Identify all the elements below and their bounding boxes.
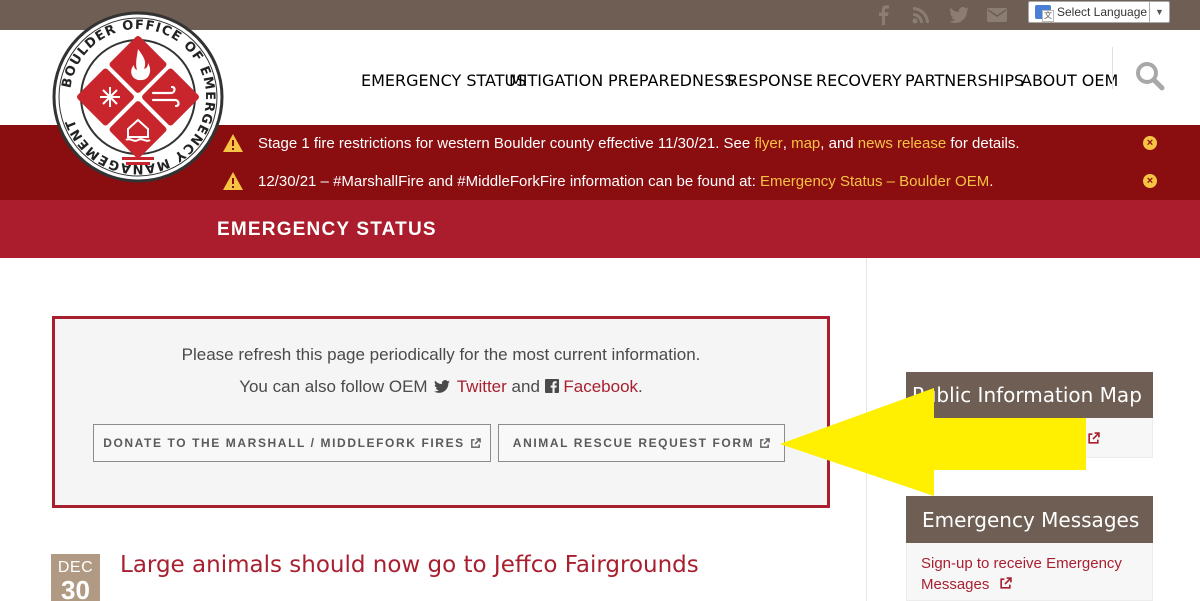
language-select[interactable]: Select Language ▼ <box>1028 1 1170 23</box>
twitter-link[interactable]: Twitter <box>457 377 507 396</box>
chevron-down-icon: ▼ <box>1149 2 1169 22</box>
news-release-link[interactable]: news release <box>858 135 946 152</box>
facebook-icon[interactable] <box>872 4 894 26</box>
close-icon[interactable]: × <box>1143 136 1157 150</box>
annotation-arrow-icon <box>780 388 1086 496</box>
post-date-badge: DEC 30 <box>51 554 100 601</box>
email-icon[interactable] <box>986 4 1008 26</box>
alert-text-sep: , and <box>820 134 858 152</box>
external-link-icon <box>470 437 481 448</box>
alert-text-end: for details. <box>946 134 1020 152</box>
notice-follow-text: You can also follow OEM <box>239 377 428 396</box>
nav-partnerships[interactable]: PARTNERSHIPS <box>905 71 1024 90</box>
notice-follow-line: You can also follow OEM Twitter and Face… <box>55 377 827 397</box>
nav-response[interactable]: RESPONSE <box>727 71 813 90</box>
notice-refresh-text: Please refresh this page periodically fo… <box>181 345 701 364</box>
external-link-icon[interactable] <box>1087 432 1100 445</box>
warning-icon <box>223 134 243 152</box>
close-icon[interactable]: × <box>1143 174 1157 188</box>
alert-fire-restrictions: Stage 1 fire restrictions for western Bo… <box>222 132 1157 154</box>
nav-divider <box>1112 47 1113 89</box>
language-select-label: Select Language <box>1057 5 1148 19</box>
alert-text: 12/30/21 – #MarshallFire and #MiddleFork… <box>258 172 760 190</box>
page-title: EMERGENCY STATUS <box>217 219 437 240</box>
map-link[interactable]: map <box>791 135 820 152</box>
post-month: DEC <box>57 559 94 576</box>
search-icon[interactable] <box>1134 60 1166 92</box>
emergency-messages-widget: Emergency Messages Sign-up to receive Em… <box>906 496 1153 601</box>
nav-emergency-status[interactable]: EMERGENCY STATUS <box>361 71 526 90</box>
nav-mitigation[interactable]: MITIGATION <box>509 71 603 90</box>
widget-body: Sign-up to receive Emergency Messages <box>906 543 1153 601</box>
twitter-icon <box>434 380 451 393</box>
donate-button[interactable]: DONATE TO THE MARSHALL / MIDDLEFORK FIRE… <box>93 424 491 462</box>
google-translate-icon <box>1035 5 1054 22</box>
emergency-messages-signup-link[interactable]: Sign-up to receive Emergency Messages <box>921 555 1122 593</box>
animal-rescue-button-label: ANIMAL RESCUE REQUEST FORM <box>512 436 755 450</box>
notice-period: . <box>638 377 643 396</box>
nav-preparedness[interactable]: PREPAREDNESS <box>608 71 734 90</box>
facebook-link[interactable]: Facebook <box>563 377 638 396</box>
twitter-icon[interactable] <box>948 4 970 26</box>
post-day: 30 <box>61 575 90 601</box>
donate-button-label: DONATE TO THE MARSHALL / MIDDLEFORK FIRE… <box>103 436 465 450</box>
post-title-link[interactable]: Large animals should now go to Jeffco Fa… <box>120 552 699 578</box>
nav-recovery[interactable]: RECOVERY <box>816 71 902 90</box>
external-link-icon <box>760 437 770 448</box>
boulder-oem-logo[interactable]: BOULDER OFFICE OF EMERGENCY MANAGEMENT <box>52 11 224 183</box>
facebook-icon <box>544 379 559 393</box>
alert-text: Stage 1 fire restrictions for western Bo… <box>258 134 755 152</box>
notice-box: Please refresh this page periodically fo… <box>52 316 830 508</box>
social-links <box>872 0 1024 30</box>
warning-icon <box>223 172 243 190</box>
alert-text-end: . <box>989 172 994 190</box>
animal-rescue-button[interactable]: ANIMAL RESCUE REQUEST FORM <box>498 424 785 462</box>
emergency-status-link[interactable]: Emergency Status – Boulder OEM <box>760 173 989 190</box>
notice-and-text: and <box>511 377 540 396</box>
external-link-icon <box>999 577 1012 589</box>
alert-text-sep: , <box>782 134 792 152</box>
flyer-link[interactable]: flyer <box>754 135 782 152</box>
rss-icon[interactable] <box>910 4 932 26</box>
widget-title: Emergency Messages <box>906 496 1153 543</box>
alert-fire-info: 12/30/21 – #MarshallFire and #MiddleFork… <box>222 170 1157 192</box>
nav-about-oem[interactable]: ABOUT OEM <box>1021 71 1118 90</box>
page-title-bar: EMERGENCY STATUS <box>0 200 1200 258</box>
